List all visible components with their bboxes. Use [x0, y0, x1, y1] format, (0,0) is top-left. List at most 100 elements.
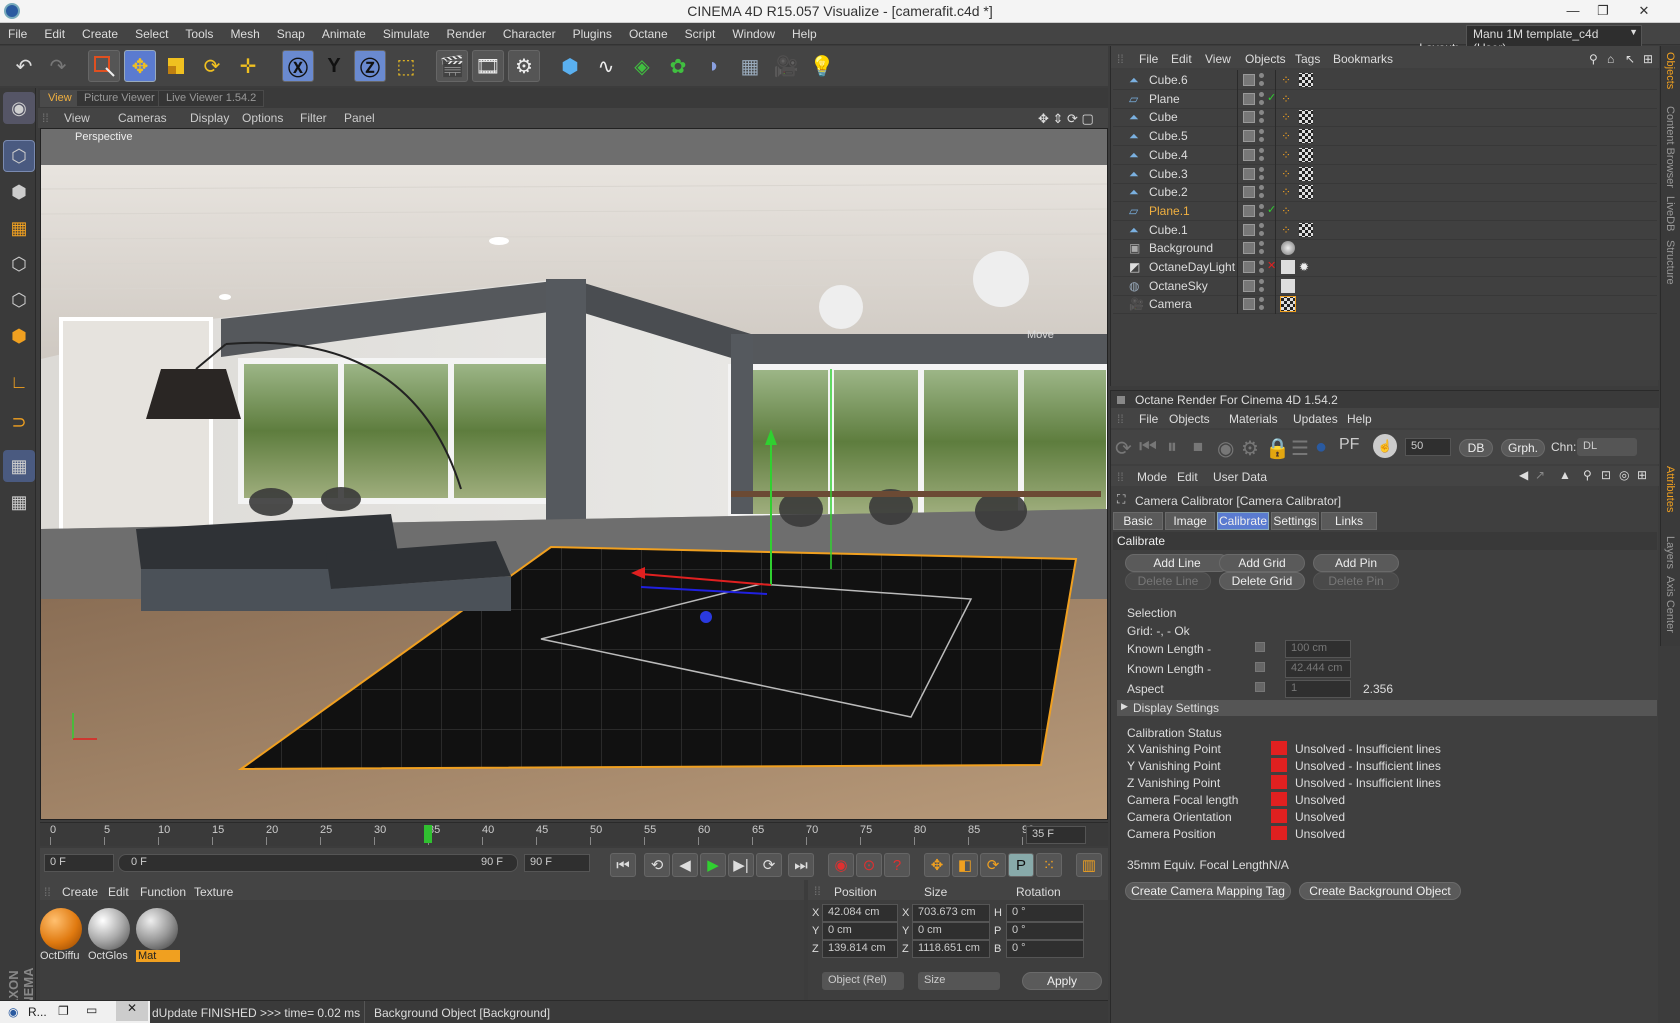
- viewport-nav-icons[interactable]: ✥ ⇕ ⟳ ▢: [1038, 111, 1094, 127]
- playhead[interactable]: [424, 825, 432, 843]
- side-tab-livedb[interactable]: LiveDB: [1664, 196, 1676, 231]
- parameter-key-icon[interactable]: P: [1008, 853, 1034, 877]
- editor-visibility-dot[interactable]: [1259, 129, 1264, 135]
- phong-tag-icon[interactable]: ⁘: [1281, 110, 1295, 124]
- position-field[interactable]: 42.084 cm: [822, 904, 898, 922]
- vmenu-filter[interactable]: Filter: [300, 111, 327, 125]
- vmenu-cameras[interactable]: Cameras: [118, 111, 167, 125]
- cube-primitive-icon[interactable]: ⬢: [554, 50, 586, 82]
- layer-icon[interactable]: [1243, 111, 1255, 124]
- snap-enable-icon[interactable]: ▦: [3, 450, 35, 482]
- size-field[interactable]: 1118.651 cm: [912, 940, 990, 958]
- workplane-snap-icon[interactable]: ▦: [3, 486, 35, 518]
- object-row[interactable]: ◍ OctaneSky: [1113, 275, 1657, 296]
- render-visibility-dot[interactable]: [1259, 155, 1264, 161]
- editor-visibility-dot[interactable]: [1259, 73, 1264, 78]
- vmenu-options[interactable]: Options: [242, 111, 283, 125]
- lock-icon[interactable]: ⊡: [1601, 468, 1611, 482]
- go-to-end-icon[interactable]: ⏭: [788, 853, 814, 877]
- transform-tool-icon[interactable]: ✛: [232, 50, 264, 82]
- db-button[interactable]: DB: [1459, 439, 1493, 457]
- menu-window[interactable]: Window: [724, 23, 784, 41]
- position-key-icon[interactable]: ✥: [924, 853, 950, 877]
- render-visibility-dot[interactable]: [1259, 286, 1264, 292]
- attr-menu-user-data[interactable]: User Data: [1213, 470, 1267, 484]
- layer-icon[interactable]: [1243, 186, 1255, 199]
- mat-menu-create[interactable]: Create: [62, 885, 98, 899]
- menu-script[interactable]: Script: [677, 23, 725, 41]
- camera-icon[interactable]: 🎥: [770, 50, 802, 82]
- rotation-field[interactable]: 0 °: [1006, 922, 1084, 940]
- add-line-button[interactable]: Add Line: [1125, 554, 1229, 572]
- maximize-icon[interactable]: ▭: [86, 1003, 97, 1017]
- menu-simulate[interactable]: Simulate: [375, 23, 439, 41]
- menu-help[interactable]: Help: [784, 23, 826, 41]
- editor-visibility-dot[interactable]: [1259, 222, 1264, 228]
- object-name[interactable]: Background: [1149, 241, 1213, 255]
- rotation-field[interactable]: 0 °: [1006, 940, 1084, 958]
- editor-visibility-dot[interactable]: [1259, 297, 1264, 303]
- undo-icon[interactable]: ↶: [8, 50, 40, 82]
- restart-icon[interactable]: ⟳: [1115, 436, 1132, 461]
- menu-file[interactable]: File: [0, 23, 36, 41]
- tab-settings[interactable]: Settings: [1271, 512, 1319, 530]
- known-length-1-checkbox[interactable]: [1255, 642, 1265, 652]
- layer-icon[interactable]: [1243, 204, 1255, 217]
- object-name[interactable]: Cube.3: [1149, 167, 1188, 181]
- render-view-icon[interactable]: 🎬: [436, 50, 468, 82]
- layer-icon[interactable]: [1243, 223, 1255, 236]
- start-frame-field[interactable]: 0 F: [44, 854, 114, 872]
- texture-tag-icon[interactable]: [1299, 185, 1313, 200]
- obj-menu-bookmarks[interactable]: Bookmarks: [1333, 52, 1393, 66]
- aspect-field[interactable]: 1: [1285, 680, 1351, 698]
- current-frame-field[interactable]: 35 F: [1026, 826, 1086, 844]
- object-name[interactable]: OctaneSky: [1149, 279, 1208, 293]
- texture-tag-icon[interactable]: [1299, 147, 1313, 162]
- menu-render[interactable]: Render: [439, 23, 495, 41]
- stop-icon[interactable]: ⏹: [1193, 436, 1203, 459]
- oct-menu-updates[interactable]: Updates: [1293, 412, 1338, 426]
- rotation-key-icon[interactable]: ⟳: [980, 853, 1006, 877]
- model-mode-icon[interactable]: ⬡: [3, 140, 35, 172]
- editor-visibility-dot[interactable]: [1259, 260, 1264, 265]
- phong-tag-icon[interactable]: ⁘: [1281, 185, 1295, 199]
- previous-icon[interactable]: ⏮: [1139, 436, 1157, 459]
- obj-menu-edit[interactable]: Edit: [1171, 52, 1192, 66]
- octane-material-tag-icon[interactable]: [1281, 241, 1295, 256]
- render-visibility-dot[interactable]: [1259, 118, 1264, 124]
- object-row[interactable]: ◩ OctaneDayLight ✕ ✹: [1113, 257, 1657, 277]
- side-tab-axis-center[interactable]: Axis Center: [1664, 576, 1676, 633]
- menu-edit[interactable]: Edit: [36, 23, 74, 41]
- side-tab-objects[interactable]: Objects: [1664, 52, 1676, 89]
- coordinate-mode-dropdown[interactable]: Object (Rel): [822, 972, 904, 990]
- pf-icon[interactable]: PF: [1339, 436, 1359, 454]
- menu-animate[interactable]: Animate: [314, 23, 375, 41]
- object-row[interactable]: 🎥 Camera: [1113, 294, 1657, 315]
- object-row[interactable]: ▣ Background: [1113, 238, 1657, 259]
- layer-icon[interactable]: [1243, 74, 1255, 86]
- tab-live-viewer[interactable]: Live Viewer 1.54.2: [158, 90, 265, 107]
- editor-visibility-dot[interactable]: [1259, 91, 1264, 97]
- object-name[interactable]: Cube.4: [1149, 148, 1188, 162]
- mat-menu-texture[interactable]: Texture: [194, 885, 233, 899]
- editor-visibility-dot[interactable]: [1259, 110, 1264, 116]
- texture-tag-icon[interactable]: [1299, 73, 1313, 87]
- obj-menu-file[interactable]: File: [1139, 52, 1158, 66]
- tab-basic[interactable]: Basic: [1113, 512, 1163, 530]
- layer-icon[interactable]: [1243, 298, 1255, 311]
- up-arrow-icon[interactable]: ▲: [1559, 468, 1571, 482]
- tab-links[interactable]: Links: [1321, 512, 1377, 530]
- pause-icon[interactable]: ⏸: [1167, 436, 1177, 459]
- menu-snap[interactable]: Snap: [269, 23, 314, 41]
- play-forward-icon[interactable]: ▶: [700, 853, 726, 877]
- phong-tag-icon[interactable]: ⁘: [1281, 129, 1295, 143]
- phong-tag-icon[interactable]: ⁘: [1281, 204, 1295, 218]
- vmenu-view[interactable]: View: [64, 111, 90, 125]
- render-visibility-dot[interactable]: [1259, 174, 1264, 180]
- rotation-field[interactable]: 0 °: [1006, 904, 1084, 922]
- side-tab-structure[interactable]: Structure: [1664, 240, 1676, 285]
- aspect-checkbox[interactable]: [1255, 682, 1265, 692]
- size-mode-dropdown[interactable]: Size: [918, 972, 1000, 990]
- layer-icon[interactable]: [1243, 92, 1255, 105]
- phong-tag-icon[interactable]: ⁘: [1281, 167, 1295, 181]
